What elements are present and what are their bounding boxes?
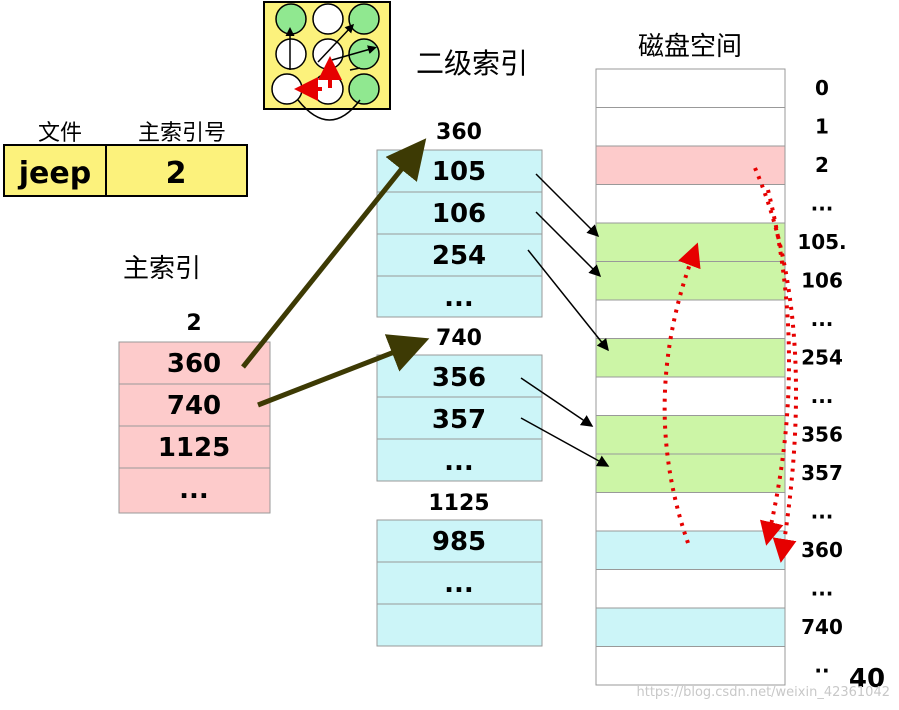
main-index-entry: 740 [167,391,221,421]
secondary-entry: 254 [432,241,486,271]
disk-block [595,376,786,416]
file-header: 文件 [38,121,82,146]
file-table: 文件 主索引号 jeep 2 [3,121,248,197]
disk-block-label: 357 [801,461,843,485]
disk-block [595,338,786,378]
disk-block-label: 254 [801,346,843,370]
disk-block-label: 360 [801,538,843,562]
pointer-arrow-106 [535,211,602,278]
secondary-block-no: 360 [436,120,482,145]
secondary-entry: 357 [432,405,486,435]
index-no-header: 主索引号 [138,121,226,146]
disk-block [595,646,786,686]
disk-block [595,222,786,262]
disk-space: 磁盘空间 0 1 2... 105. 106... 254... 356 357... 360.… [595,32,890,700]
main-index-entry: 360 [167,349,221,379]
index-no-cell: 2 [166,156,187,191]
watermark: https://blog.csdn.net/weixin_42361042 [636,685,890,700]
disk-block [595,530,786,570]
secondary-entry: ... [444,283,474,313]
secondary-entry: 985 [432,527,486,557]
disk-block-label: 0 [815,76,829,100]
disk-block [595,492,786,532]
main-index-entry: ... [179,475,209,505]
disk-block-label: ... [811,384,834,408]
secondary-index-title: 二级索引 [416,47,528,80]
disk-block-label: 106 [801,269,843,293]
disk-labels: 0 1 2... 105. 106... 254... 356 357... 360... 740… [797,76,846,678]
disk-block [595,145,786,185]
disk-block [595,68,786,108]
graph-traversal-icon [263,1,391,121]
disk-block-label: 740 [801,615,843,639]
disk-cells [595,68,786,686]
secondary-entry: ... [444,447,474,477]
disk-block [595,299,786,339]
secondary-entry: 356 [432,363,486,393]
disk-block [595,184,786,224]
disk-block [595,415,786,455]
disk-block-label: ... [811,577,834,601]
file-name-cell: jeep [18,156,91,191]
secondary-entry: 106 [432,199,486,229]
main-index-title: 主索引 [123,254,201,284]
disk-title: 磁盘空间 [638,32,742,62]
disk-block-label: 105. [797,230,846,254]
disk-block-label: ... [811,307,834,331]
disk-block [595,107,786,147]
disk-block [595,607,786,647]
disk-block-label: 356 [801,423,843,447]
disk-block-label: 2 [815,153,829,177]
disk-block-label: ... [811,192,834,216]
secondary-block-no: 1125 [428,491,489,516]
secondary-entry: 105 [432,157,486,187]
pointer-arrow-105 [535,173,600,238]
main-index-block-no: 2 [186,311,201,336]
main-index-entry: 1125 [158,433,230,463]
disk-block [595,453,786,493]
secondary-block-no: 740 [436,326,482,351]
main-index: 主索引 2 360 740 1125 ... [118,254,271,514]
disk-block-label: .. [814,654,829,678]
disk-block-label: ... [811,500,834,524]
secondary-entry: ... [444,569,474,599]
disk-block-label: 1 [815,115,829,139]
index-diagram: 文件 主索引号 jeep 2 主索引 2 360 740 1125 ... 二级… [3,1,890,700]
disk-block [595,569,786,609]
